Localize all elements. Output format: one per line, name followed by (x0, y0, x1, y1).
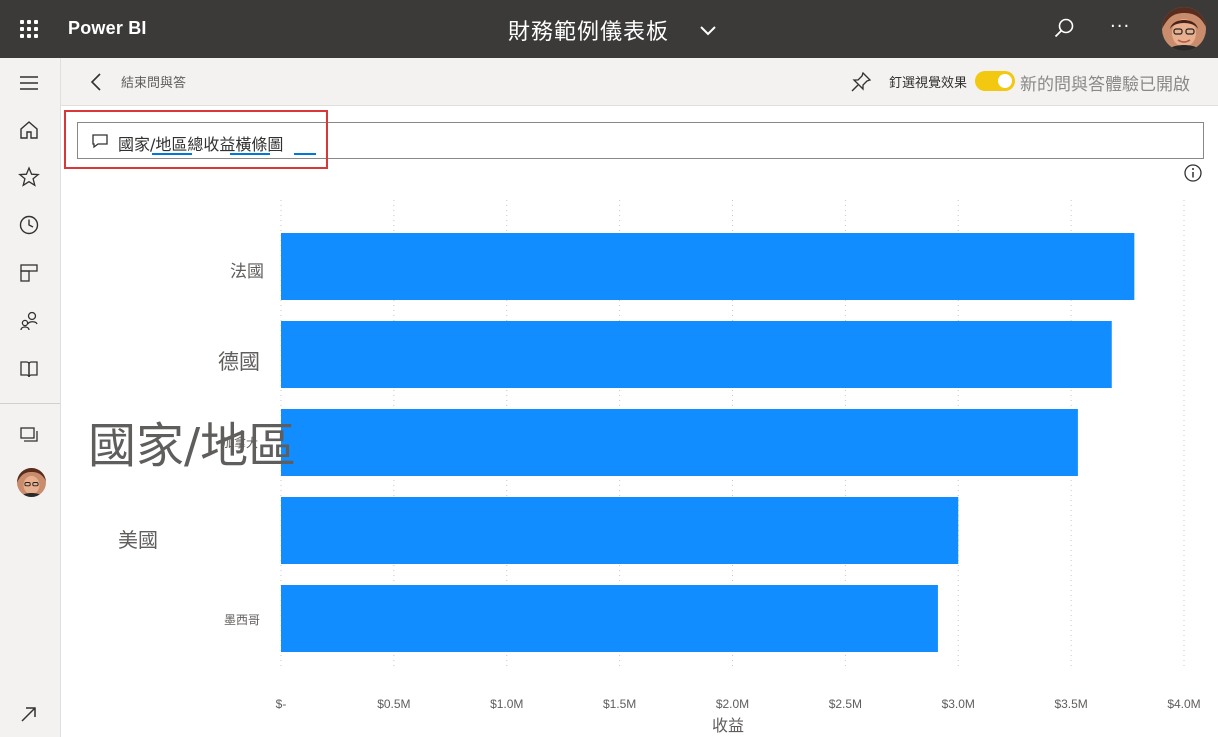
info-icon[interactable] (1183, 163, 1203, 183)
new-qa-toggle[interactable] (975, 71, 1015, 91)
dashboard-title[interactable]: 財務範例儀表板 (508, 14, 669, 46)
x-tick-label: $3.5M (1054, 697, 1087, 711)
clock-icon[interactable] (18, 214, 40, 236)
x-tick-label: $1.0M (490, 697, 523, 711)
y-category-label: 墨西哥 (224, 613, 261, 627)
bar[interactable] (281, 497, 959, 564)
toggle-label: 新的問與答體驗已開啟 (1020, 75, 1190, 95)
left-nav-pane (0, 58, 61, 737)
user-avatar[interactable] (1162, 7, 1206, 51)
back-arrow-icon[interactable] (86, 70, 108, 94)
y-category-label: 法國 (230, 262, 264, 282)
y-category-label: 美國 (118, 528, 158, 552)
exit-qa-link[interactable]: 結束問與答 (121, 72, 186, 91)
star-icon[interactable] (18, 166, 40, 188)
chevron-down-icon[interactable] (698, 20, 718, 40)
nav-divider (0, 403, 60, 404)
x-tick-label: $3.0M (942, 697, 975, 711)
pin-icon[interactable] (849, 70, 873, 94)
x-tick-label: $0.5M (377, 697, 410, 711)
apps-icon[interactable] (18, 262, 40, 284)
open-in-new-icon[interactable] (18, 703, 40, 725)
app-launcher-icon[interactable] (20, 20, 38, 38)
workspaces-icon[interactable] (18, 424, 40, 446)
workspace-avatar[interactable] (17, 468, 46, 497)
toggle-knob (998, 74, 1012, 88)
bar[interactable] (281, 321, 1112, 388)
pin-visual-button[interactable]: 釘選視覺效果 (889, 72, 967, 91)
x-tick-label: $1.5M (603, 697, 636, 711)
home-icon[interactable] (18, 119, 40, 141)
x-tick-label: $2.5M (829, 697, 862, 711)
brand-name[interactable]: Power BI (68, 18, 147, 39)
x-tick-label: $- (276, 697, 287, 711)
x-tick-label: $2.0M (716, 697, 749, 711)
hamburger-icon[interactable] (18, 72, 40, 94)
more-options-icon[interactable]: ··· (1110, 16, 1130, 37)
highlight-annotation (64, 110, 328, 169)
qa-header-bar: 結束問與答 釘選視覺效果 新的問與答體驗已開啟 (61, 58, 1218, 106)
search-icon[interactable] (1052, 17, 1076, 41)
power-bi-app: Power BI 財務範例儀表板 ··· 結束問與答 釘選視覺效果 新的問與答體… (0, 0, 1218, 737)
y-category-label: 德國 (218, 350, 260, 374)
top-bar: Power BI 財務範例儀表板 ··· (0, 0, 1218, 58)
shared-icon[interactable] (18, 310, 40, 332)
x-axis-title: 收益 (712, 716, 745, 735)
bar[interactable] (281, 409, 1078, 476)
bar[interactable] (281, 585, 938, 652)
book-icon[interactable] (18, 358, 40, 380)
bar[interactable] (281, 233, 1135, 300)
y-axis-title: 國家/地區 (88, 418, 297, 474)
x-tick-label: $4.0M (1167, 697, 1200, 711)
